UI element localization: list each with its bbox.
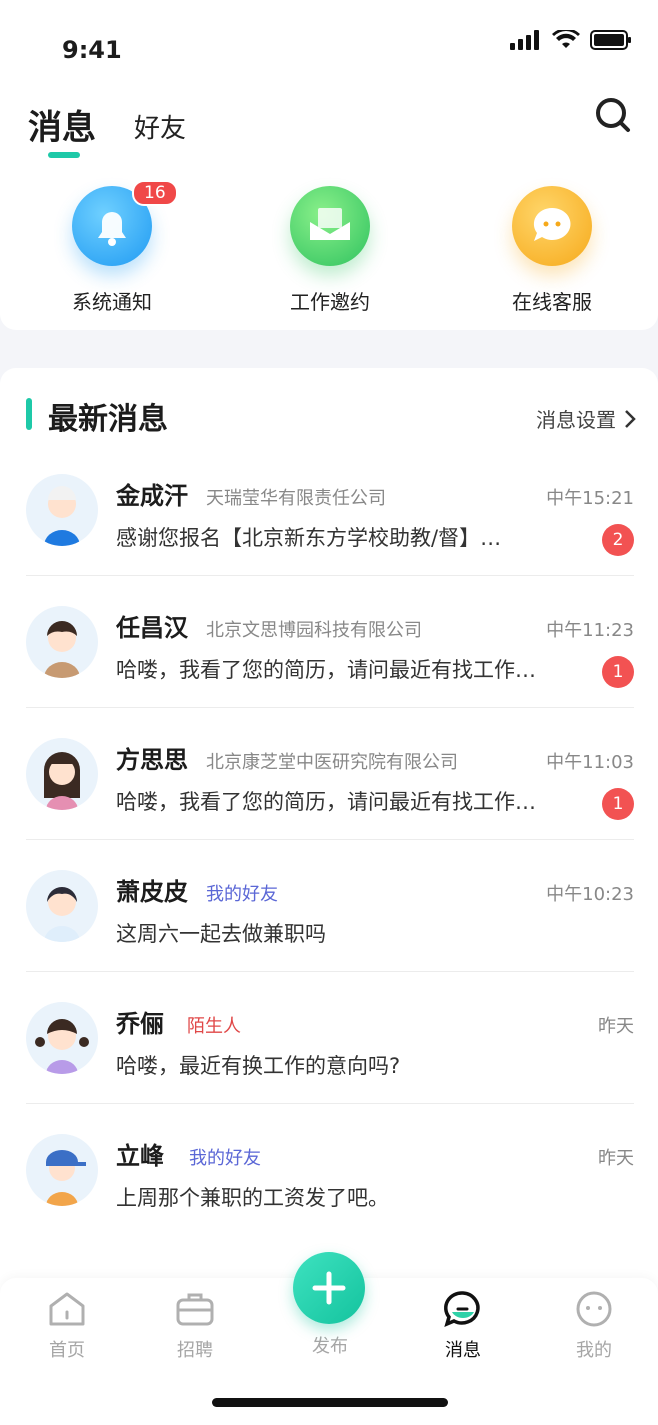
shortcut-job-invite[interactable]: 工作邀约 (250, 186, 410, 315)
bell-icon: 16 (72, 180, 178, 266)
tab-friends[interactable]: 好友 (134, 108, 186, 149)
message-preview: 哈喽，我看了您的简历，请问最近有找工作… (116, 790, 536, 814)
unread-badge: 1 (602, 788, 634, 820)
contact-tag: 我的好友 (189, 1148, 261, 1169)
avatar (26, 738, 98, 810)
contact-tag: 北京康芝堂中医研究院有限公司 (206, 752, 458, 773)
message-row[interactable]: 乔俪 陌生人 昨天 哈喽，最近有换工作的意向吗? (26, 972, 634, 1104)
home-indicator (212, 1398, 448, 1407)
message-settings-link[interactable]: 消息设置 (536, 404, 636, 433)
tab-bar: 消息 好友 (28, 100, 186, 158)
message-row[interactable]: 萧皮皮 我的好友 中午10:23 这周六一起去做兼职吗 (26, 840, 634, 972)
message-panel: 最新消息 消息设置 金成汗 天瑞莹华有限责任公司 中午15:21 感谢您报名【北… (0, 368, 658, 1368)
shortcut-label: 在线客服 (512, 290, 592, 314)
nav-label: 消息 (445, 1340, 481, 1361)
tab-indicator (48, 152, 80, 158)
message-preview: 感谢您报名【北京新东方学校助教/督】… (116, 526, 502, 550)
home-icon (49, 1292, 85, 1326)
chevron-right-icon (625, 409, 636, 428)
nav-label: 招聘 (177, 1340, 213, 1361)
nav-home[interactable]: 首页 (27, 1290, 107, 1362)
message-time: 昨天 (598, 1148, 634, 1169)
wifi-icon (552, 30, 580, 48)
message-icon (444, 1291, 480, 1328)
search-icon (596, 98, 630, 132)
avatar (26, 870, 98, 942)
publish-fab[interactable] (293, 1252, 365, 1324)
message-time: 昨天 (598, 1016, 634, 1037)
nav-label: 发布 (312, 1336, 348, 1357)
message-preview: 哈喽，我看了您的简历，请问最近有找工作… (116, 658, 536, 682)
contact-name: 任昌汉 (116, 614, 188, 642)
message-time: 中午15:21 (546, 488, 634, 509)
nav-profile[interactable]: 我的 (554, 1290, 634, 1362)
status-icons (510, 30, 632, 50)
contact-tag: 我的好友 (206, 884, 278, 905)
nav-label: 首页 (49, 1340, 85, 1361)
nav-publish[interactable]: 发布 (290, 1328, 370, 1358)
contact-name: 金成汗 (116, 482, 188, 510)
message-row[interactable]: 方思思 北京康芝堂中医研究院有限公司 中午11:03 哈喽，我看了您的简历，请问… (26, 708, 634, 840)
profile-icon (576, 1291, 612, 1327)
tab-messages-label: 消息 (28, 108, 96, 148)
briefcase-icon (176, 1293, 214, 1326)
contact-name: 乔俪 (116, 1010, 164, 1038)
avatar (26, 606, 98, 678)
chat-bubble-icon (512, 186, 592, 266)
shortcut-system-notice[interactable]: 16 系统通知 (32, 180, 192, 315)
message-row[interactable]: 立峰 我的好友 昨天 上周那个兼职的工资发了吧。 (26, 1104, 634, 1236)
contact-name: 萧皮皮 (116, 878, 188, 906)
contact-tag: 天瑞莹华有限责任公司 (206, 488, 386, 509)
unread-badge: 1 (602, 656, 634, 688)
search-button[interactable] (594, 96, 632, 138)
shortcut-row: 16 系统通知 工作邀约 在线客服 (0, 180, 658, 316)
shortcut-label: 系统通知 (72, 290, 152, 314)
contact-name: 立峰 (116, 1142, 164, 1170)
contact-tag: 北京文思博园科技有限公司 (206, 620, 422, 641)
contact-tag: 陌生人 (187, 1016, 241, 1037)
nav-label: 我的 (576, 1340, 612, 1361)
envelope-icon (290, 186, 370, 266)
message-row[interactable]: 任昌汉 北京文思博园科技有限公司 中午11:23 哈喽，我看了您的简历，请问最近… (26, 576, 634, 708)
avatar (26, 474, 98, 546)
nav-jobs[interactable]: 招聘 (155, 1290, 235, 1362)
message-time: 中午10:23 (546, 884, 634, 905)
contact-name: 方思思 (116, 746, 188, 774)
message-time: 中午11:23 (546, 620, 634, 641)
message-time: 中午11:03 (546, 752, 634, 773)
section-accent-bar (26, 398, 32, 430)
message-preview: 上周那个兼职的工资发了吧。 (116, 1186, 389, 1210)
tab-messages[interactable]: 消息 (28, 100, 96, 158)
message-settings-label: 消息设置 (536, 408, 616, 432)
message-preview: 哈喽，最近有换工作的意向吗? (116, 1054, 401, 1078)
plus-icon (312, 1271, 346, 1305)
section-title: 最新消息 (48, 402, 168, 437)
status-time: 9:41 (62, 36, 122, 64)
notice-badge: 16 (132, 180, 178, 206)
unread-badge: 2 (602, 524, 634, 556)
message-preview: 这周六一起去做兼职吗 (116, 922, 326, 946)
header-panel: 9:41 消息 好友 16 系统通知 工作邀约 在线客服 (0, 0, 658, 330)
message-row[interactable]: 金成汗 天瑞莹华有限责任公司 中午15:21 感谢您报名【北京新东方学校助教/督… (26, 444, 634, 576)
battery-icon (590, 30, 631, 50)
shortcut-label: 工作邀约 (290, 290, 370, 314)
avatar (26, 1002, 98, 1074)
avatar (26, 1134, 98, 1206)
shortcut-online-service[interactable]: 在线客服 (472, 186, 632, 315)
signal-icon (510, 30, 539, 50)
nav-messages[interactable]: 消息 (423, 1290, 503, 1362)
